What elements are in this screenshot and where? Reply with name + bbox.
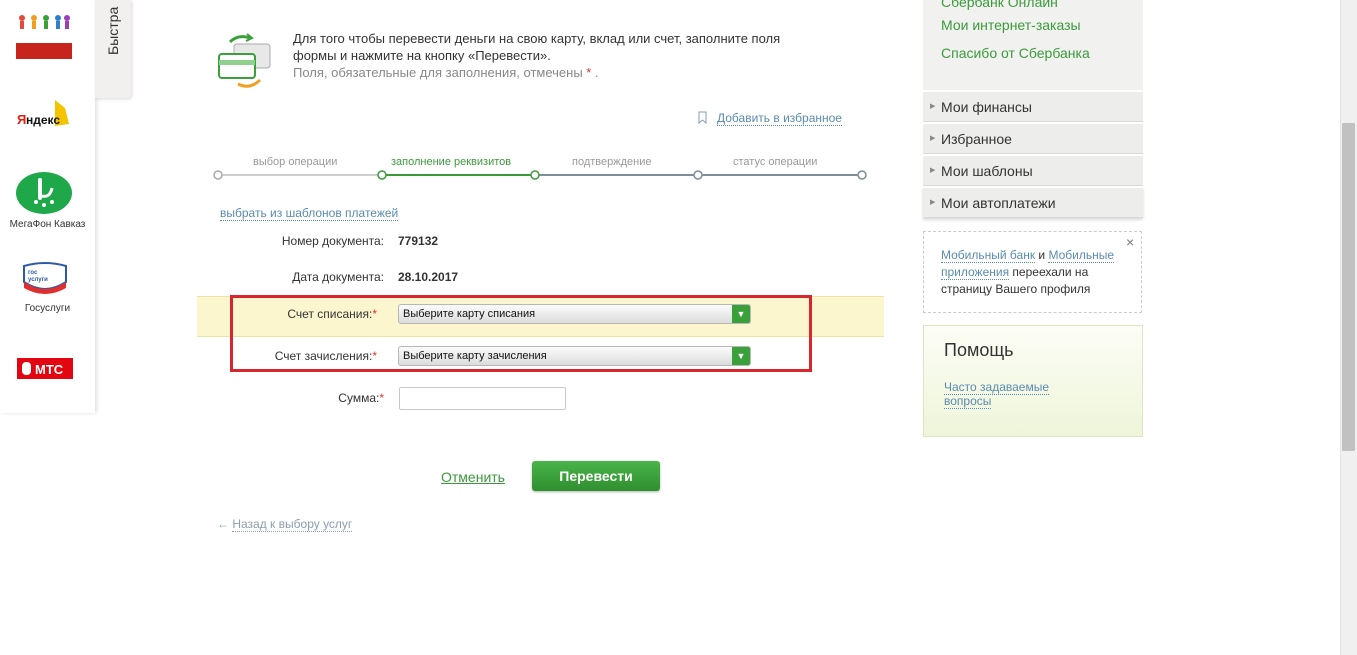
megafon-logo-icon <box>16 172 72 214</box>
step-confirmation: подтверждение <box>572 156 652 168</box>
help-panel: Помощь Часто задаваемые вопросы <box>923 325 1143 437</box>
service-label-gosuslugi: Госуслуги <box>24 303 71 314</box>
transfer-button[interactable]: Перевести <box>532 461 660 491</box>
step-select-operation: выбор операции <box>253 156 338 168</box>
highlight-frame <box>230 295 812 372</box>
services-sidebar: Я ндекс МегаФон Кавказ гос услуги Госусл… <box>0 0 95 413</box>
mobile-bank-notice: × Мобильный банк и Мобильные приложения … <box>923 231 1142 313</box>
mobile-bank-link[interactable]: Мобильный банк <box>941 248 1036 263</box>
doc-date-label: Дата документа: <box>292 270 384 284</box>
spasibo-link[interactable]: Спасибо от Сбербанка <box>941 45 1090 61</box>
svg-text:ндекс: ндекс <box>26 113 60 127</box>
internet-orders-link[interactable]: Мои интернет-заказы <box>941 17 1081 33</box>
menu-favorites[interactable]: ▶ Избранное <box>923 123 1143 154</box>
required-note-text: Поля, обязательные для заполнения, отмеч… <box>293 65 583 80</box>
required-note-dot: . <box>594 65 599 80</box>
amount-label: Сумма:* <box>194 391 384 405</box>
sberbank-online-link[interactable]: Сбербанк Онлайн <box>941 0 1058 10</box>
transfer-cards-icon <box>216 32 272 90</box>
choose-template-link[interactable]: выбрать из шаблонов платежей <box>220 206 399 221</box>
notice-and: и <box>1035 248 1049 262</box>
service-logo-mts[interactable]: МТС <box>17 358 73 379</box>
svg-text:Я: Я <box>17 112 26 127</box>
amount-label-text: Сумма: <box>338 391 380 405</box>
yandex-logo-icon: Я ндекс <box>17 100 69 127</box>
triangle-right-icon: ▶ <box>930 167 936 174</box>
service-label-megafon: МегаФон Кавказ <box>9 219 86 230</box>
menu-my-autopayments-label: Мои автоплатежи <box>941 195 1056 211</box>
menu-my-finances[interactable]: ▶ Мои финансы <box>923 91 1143 122</box>
back-link-text: Назад к выбору услуг <box>232 517 353 532</box>
faq-link-line-1: Часто задаваемые <box>944 380 1050 395</box>
menu-my-autopayments[interactable]: ▶ Мои автоплатежи <box>923 187 1143 218</box>
back-arrow-icon: ← <box>217 517 229 531</box>
help-title: Помощь <box>944 340 1014 360</box>
doc-number-label: Номер документа: <box>281 234 384 248</box>
required-star: * <box>586 65 592 80</box>
quick-payments-tab-label: Быстра <box>105 6 121 55</box>
triangle-right-icon: ▶ <box>930 103 936 110</box>
step-status: статус операции <box>733 156 818 168</box>
menu-my-finances-label: Мои финансы <box>941 99 1032 115</box>
cancel-link[interactable]: Отменить <box>441 469 505 485</box>
scrollbar-thumb[interactable] <box>1342 123 1355 451</box>
bookmark-icon <box>698 111 707 125</box>
menu-my-templates-label: Мои шаблоны <box>941 163 1033 179</box>
doc-number-value: 779132 <box>398 234 439 248</box>
faq-link-line-2: вопросы <box>944 394 992 409</box>
triangle-right-icon: ▶ <box>930 135 936 142</box>
svg-text:МТС: МТС <box>35 362 64 377</box>
service-logo-children[interactable] <box>16 12 72 60</box>
service-logo-megafon[interactable] <box>16 172 72 214</box>
intro-line-2: формы и нажмите на кнопку «Перевести». <box>293 48 551 63</box>
faq-link[interactable]: Часто задаваемые вопросы <box>944 380 1050 409</box>
amount-required-star: * <box>379 391 384 405</box>
triangle-right-icon: ▶ <box>930 199 936 206</box>
service-logo-gosuslugi[interactable]: гос услуги <box>22 262 68 294</box>
menu-favorites-label: Избранное <box>941 131 1012 147</box>
service-logo-yandex[interactable]: Я ндекс <box>15 98 75 132</box>
menu-my-templates[interactable]: ▶ Мои шаблоны <box>923 155 1143 186</box>
doc-date-value: 28.10.2017 <box>398 270 459 284</box>
intro-text: Для того чтобы перевести деньги на свою … <box>293 30 853 81</box>
intro-line-1: Для того чтобы перевести деньги на свою … <box>293 31 781 46</box>
close-icon[interactable]: × <box>1126 234 1134 251</box>
back-to-services-link[interactable]: ← Назад к выбору услуг <box>217 517 353 532</box>
required-note: Поля, обязательные для заполнения, отмеч… <box>293 64 853 81</box>
svg-text:гос: гос <box>28 270 38 276</box>
gosuslugi-logo-icon: гос услуги <box>23 262 67 294</box>
steps-progress-bar <box>213 170 867 180</box>
children-logo-icon <box>16 15 72 59</box>
svg-text:услуги: услуги <box>28 277 48 283</box>
mts-logo-icon: МТС <box>17 358 73 379</box>
quick-payments-tab[interactable]: Быстра <box>95 0 131 98</box>
step-fill-details: заполнение реквизитов <box>391 156 512 168</box>
amount-input[interactable] <box>399 387 566 410</box>
add-to-favorites-link[interactable]: Добавить в избранное <box>717 111 842 126</box>
